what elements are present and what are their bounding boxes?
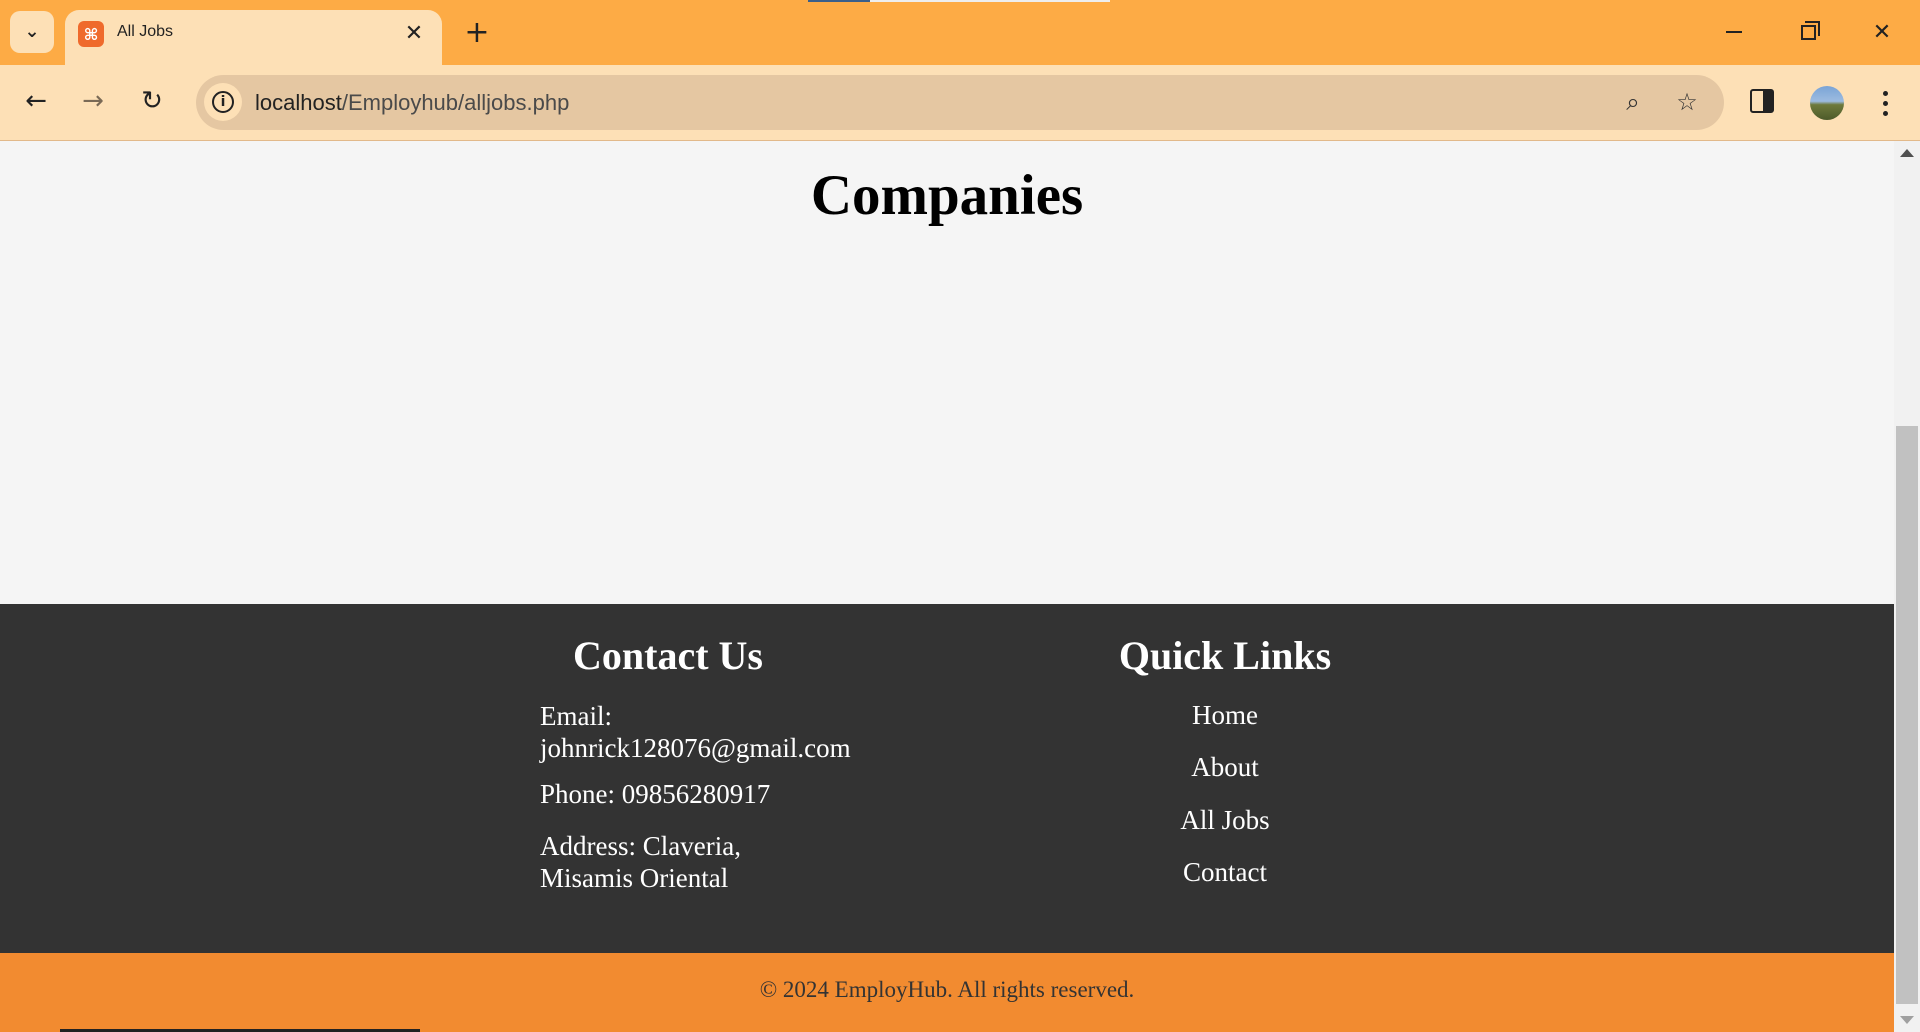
new-tab-icon[interactable]: + xyxy=(459,14,495,50)
page-scrollbar[interactable] xyxy=(1894,141,1920,1032)
footer-link-contact[interactable]: Contact xyxy=(1085,857,1365,888)
scroll-down-arrow-icon[interactable] xyxy=(1900,1016,1914,1024)
copyright-text: © 2024 EmployHub. All rights reserved. xyxy=(759,977,1135,1002)
close-window-icon: ✕ xyxy=(1872,19,1892,45)
minimize-button[interactable] xyxy=(1704,8,1764,56)
browser-toolbar: ← → ↻ i localhost/Employhub/alljobs.php … xyxy=(0,65,1920,141)
footer-link-about[interactable]: About xyxy=(1085,752,1365,783)
more-menu-icon[interactable] xyxy=(1870,83,1900,123)
scroll-up-arrow-icon[interactable] xyxy=(1900,149,1914,157)
contact-heading: Contact Us xyxy=(573,633,763,678)
close-tab-icon[interactable]: ✕ xyxy=(400,19,428,47)
forward-icon[interactable]: → xyxy=(73,81,113,121)
side-panel-icon[interactable] xyxy=(1750,89,1774,113)
minimize-icon xyxy=(1726,31,1742,33)
scroll-thumb[interactable] xyxy=(1896,426,1918,1004)
favicon-icon: ⌘ xyxy=(78,21,104,47)
footer-link-home[interactable]: Home xyxy=(1085,700,1365,731)
contact-phone: Phone: 09856280917 xyxy=(540,779,771,809)
site-info-button[interactable]: i xyxy=(204,83,242,121)
tab-search-icon: ⌄ xyxy=(24,21,40,42)
zoom-icon[interactable]: ⌕ xyxy=(1616,85,1650,119)
site-info-icon: i xyxy=(212,91,234,113)
copyright-bar: © 2024 EmployHub. All rights reserved. xyxy=(0,953,1894,1032)
page-viewport: Companies Contact Us Email: johnrick1280… xyxy=(0,141,1894,1032)
footer-link-all-jobs[interactable]: All Jobs xyxy=(1085,805,1365,836)
maximize-icon xyxy=(1800,20,1820,40)
url-path: /Employhub/alljobs.php xyxy=(341,90,570,115)
tab-title: All Jobs xyxy=(117,23,174,40)
site-footer: Contact Us Email: johnrick128076@gmail.c… xyxy=(0,604,1894,953)
close-window-button[interactable]: ✕ xyxy=(1852,8,1912,56)
contact-email: Email: johnrick128076@gmail.com xyxy=(540,701,851,763)
top-indicator-accent xyxy=(808,0,870,2)
quick-links-heading: Quick Links xyxy=(1118,633,1332,678)
tab-strip: ⌄ ⌘ All Jobs ✕ + ✕ xyxy=(0,0,1920,66)
maximize-button[interactable] xyxy=(1778,8,1838,56)
address-bar[interactable]: i localhost/Employhub/alljobs.php ⌕ ☆ xyxy=(196,75,1724,130)
back-icon[interactable]: ← xyxy=(16,81,56,121)
page-title: Companies xyxy=(810,164,1084,227)
tab-all-jobs[interactable]: ⌘ All Jobs ✕ xyxy=(65,10,442,66)
reload-icon[interactable]: ↻ xyxy=(132,81,172,121)
contact-address: Address: Claveria, Misamis Oriental xyxy=(540,831,741,893)
bookmark-star-icon[interactable]: ☆ xyxy=(1670,85,1704,119)
profile-avatar[interactable] xyxy=(1810,86,1844,120)
tab-search-button[interactable]: ⌄ xyxy=(10,11,54,53)
url-host: localhost xyxy=(255,90,342,115)
url-text[interactable]: localhost/Employhub/alljobs.php xyxy=(255,90,569,116)
